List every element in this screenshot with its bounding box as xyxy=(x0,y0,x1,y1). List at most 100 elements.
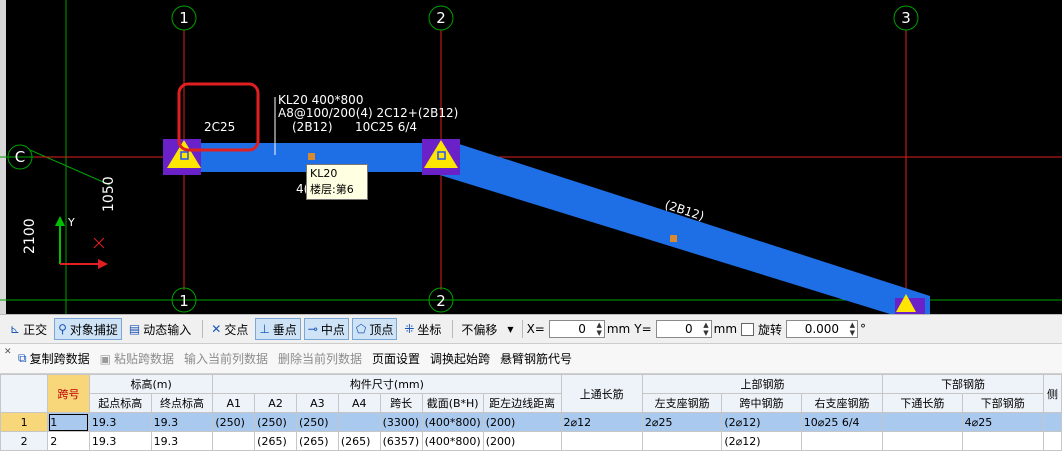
beam-label-line1: KL20 400*800 xyxy=(278,93,363,107)
spinner-icon[interactable]: ▲ ▼ xyxy=(850,321,855,337)
table-cell[interactable]: (200) xyxy=(482,431,562,451)
tooltip-line2: 楼层:第6层 xyxy=(310,183,354,212)
row-number[interactable]: 1 xyxy=(0,412,49,432)
beam-label-line3: (2B12) xyxy=(292,120,333,134)
vertex-button[interactable]: ⬠ 顶点 xyxy=(351,318,398,340)
row-number[interactable]: 2 xyxy=(0,431,49,451)
table-cell[interactable] xyxy=(961,431,1044,451)
perpendicular-button[interactable]: ⊥ 垂点 xyxy=(255,318,301,340)
beam-span-2[interactable] xyxy=(430,143,930,314)
cantilever-code-button[interactable]: 悬臂钢筋代号 xyxy=(500,350,572,367)
row-number-header xyxy=(0,374,49,413)
y-input[interactable]: 0 ▲ ▼ xyxy=(655,320,712,338)
table-cell[interactable]: 19.3 xyxy=(88,412,152,432)
x-input-value: 0 xyxy=(578,322,586,336)
table-cell[interactable]: (250) xyxy=(295,412,339,432)
table-cell[interactable] xyxy=(882,412,963,432)
elev-header: 标高(m) xyxy=(88,374,214,394)
rotate-input[interactable]: 0.000 ▲ ▼ xyxy=(786,320,859,338)
rotate-checkbox[interactable] xyxy=(741,322,755,336)
table-cell[interactable] xyxy=(1042,412,1062,432)
y-input-value: 0 xyxy=(685,322,693,336)
table-cell[interactable] xyxy=(212,431,256,451)
table-cell[interactable]: 19.3 xyxy=(150,412,214,432)
col-header: 距左边线距离 xyxy=(482,393,562,413)
col-header: 右支座钢筋 xyxy=(800,393,884,413)
table-cell[interactable]: (200) xyxy=(482,412,562,432)
snap-toolbar: ⊾ 正交 ⚲ 对象捕捉 ▤ 动态输入 ✕ 交点 ⊥ 垂点 ⊸ 中点 ⬠ 顶点 ⁜ 坐标 不偏移 ▼… xyxy=(0,314,1062,344)
close-icon[interactable]: ✕ xyxy=(4,347,12,357)
col-header: A2 xyxy=(254,393,297,413)
table-cell[interactable]: (2⌀12) xyxy=(721,431,802,451)
table-cell[interactable]: 2⌀25 xyxy=(641,412,723,432)
object-snap-button[interactable]: ⚲ 对象捕捉 xyxy=(54,318,122,340)
tooltip-line1: KL20 xyxy=(310,167,338,180)
spinner-icon[interactable]: ▲ ▼ xyxy=(596,321,601,337)
swap-start-span-button[interactable]: 调换起始跨 xyxy=(430,350,490,367)
table-cell[interactable]: (2⌀12) xyxy=(721,412,802,432)
x-input[interactable]: 0 ▲ ▼ xyxy=(548,320,605,338)
axis-label-top-1: 1 xyxy=(179,9,189,27)
table-cell[interactable]: (400*800) xyxy=(421,412,484,432)
table-cell[interactable]: 19.3 xyxy=(150,431,214,451)
table-cell[interactable]: (6357) xyxy=(379,431,423,451)
size-header: 构件尺寸(mm) xyxy=(212,374,562,394)
table-cell[interactable]: 2⌀12 xyxy=(560,412,643,432)
table-row[interactable]: 1 1 19.3 19.3 (250) (250) (250) (3300) (… xyxy=(0,412,1062,432)
vertex-icon: ⬠ xyxy=(355,322,367,336)
delete-column-button[interactable]: 删除当前列数据 xyxy=(278,350,362,367)
dynamic-input-button[interactable]: ▤ 动态输入 xyxy=(125,318,195,340)
cad-canvas[interactable]: 1 2 3 1 2 C 1050 2100 Y KL20 400*800 A8@… xyxy=(0,0,1062,314)
input-column-button[interactable]: 输入当前列数据 xyxy=(184,350,268,367)
offset-select-value: 不偏移 xyxy=(461,322,498,337)
table-cell[interactable]: (265) xyxy=(337,431,381,451)
spinner-icon[interactable]: ▲ ▼ xyxy=(703,321,708,337)
intersection-button[interactable]: ✕ 交点 xyxy=(207,318,252,340)
copy-span-button[interactable]: ⧉ 复制跨数据 xyxy=(18,350,90,367)
table-cell[interactable] xyxy=(337,412,381,432)
midpoint-marker[interactable] xyxy=(670,235,677,242)
col-header: 下通长筋 xyxy=(882,393,963,413)
coordinate-button[interactable]: ⁜ 坐标 xyxy=(400,318,445,340)
span-header[interactable]: 跨号 xyxy=(47,374,90,413)
page-setup-button[interactable]: 页面设置 xyxy=(372,350,420,367)
offset-select[interactable]: 不偏移 ▼ xyxy=(457,319,517,339)
separator xyxy=(452,320,454,338)
table-cell[interactable]: (265) xyxy=(295,431,339,451)
object-snap-icon: ⚲ xyxy=(58,322,67,336)
table-cell[interactable] xyxy=(560,431,643,451)
midpoint-marker[interactable] xyxy=(308,153,315,160)
table-cell[interactable]: 1 xyxy=(47,412,90,432)
table-row[interactable]: 2 2 19.3 19.3 (265) (265) (265) (6357) (… xyxy=(0,431,1062,451)
table-cell[interactable]: (400*800) xyxy=(421,431,484,451)
table-cell[interactable]: (265) xyxy=(254,431,297,451)
separator xyxy=(521,320,523,338)
table-cell[interactable] xyxy=(882,431,963,451)
midpoint-button[interactable]: ⊸ 中点 xyxy=(303,318,349,340)
cantilever-code-label: 悬臂钢筋代号 xyxy=(500,352,573,366)
page-setup-label: 页面设置 xyxy=(371,352,420,366)
col-header: 终点标高 xyxy=(150,393,214,413)
table-cell[interactable]: 19.3 xyxy=(88,431,152,451)
table-cell[interactable]: 4⌀25 xyxy=(961,412,1044,432)
col-header: 截面(B*H) xyxy=(421,393,484,413)
axis-label-c: C xyxy=(15,148,25,166)
col-header: A3 xyxy=(295,393,339,413)
ortho-button[interactable]: ⊾ 正交 xyxy=(6,318,51,340)
x-unit: mm xyxy=(606,322,631,336)
table-cell[interactable]: (3300) xyxy=(379,412,423,432)
table-cell[interactable]: (250) xyxy=(254,412,297,432)
chevron-down-icon: ▼ xyxy=(507,324,514,334)
beam-label-line4: 10C25 6/4 xyxy=(355,120,417,134)
table-cell[interactable] xyxy=(1042,431,1062,451)
table-cell[interactable] xyxy=(641,431,723,451)
table-cell[interactable] xyxy=(800,431,884,451)
grid-line xyxy=(29,149,111,186)
coordinate-icon: ⁜ xyxy=(404,322,415,336)
table-cell[interactable]: (250) xyxy=(212,412,256,432)
paste-span-button[interactable]: ▣ 粘贴跨数据 xyxy=(100,350,174,367)
rotate-input-value: 0.000 xyxy=(804,322,840,336)
table-cell[interactable]: 2 xyxy=(47,431,90,451)
object-snap-label: 对象捕捉 xyxy=(69,322,118,337)
table-cell[interactable]: 10⌀25 6/4 xyxy=(800,412,884,432)
